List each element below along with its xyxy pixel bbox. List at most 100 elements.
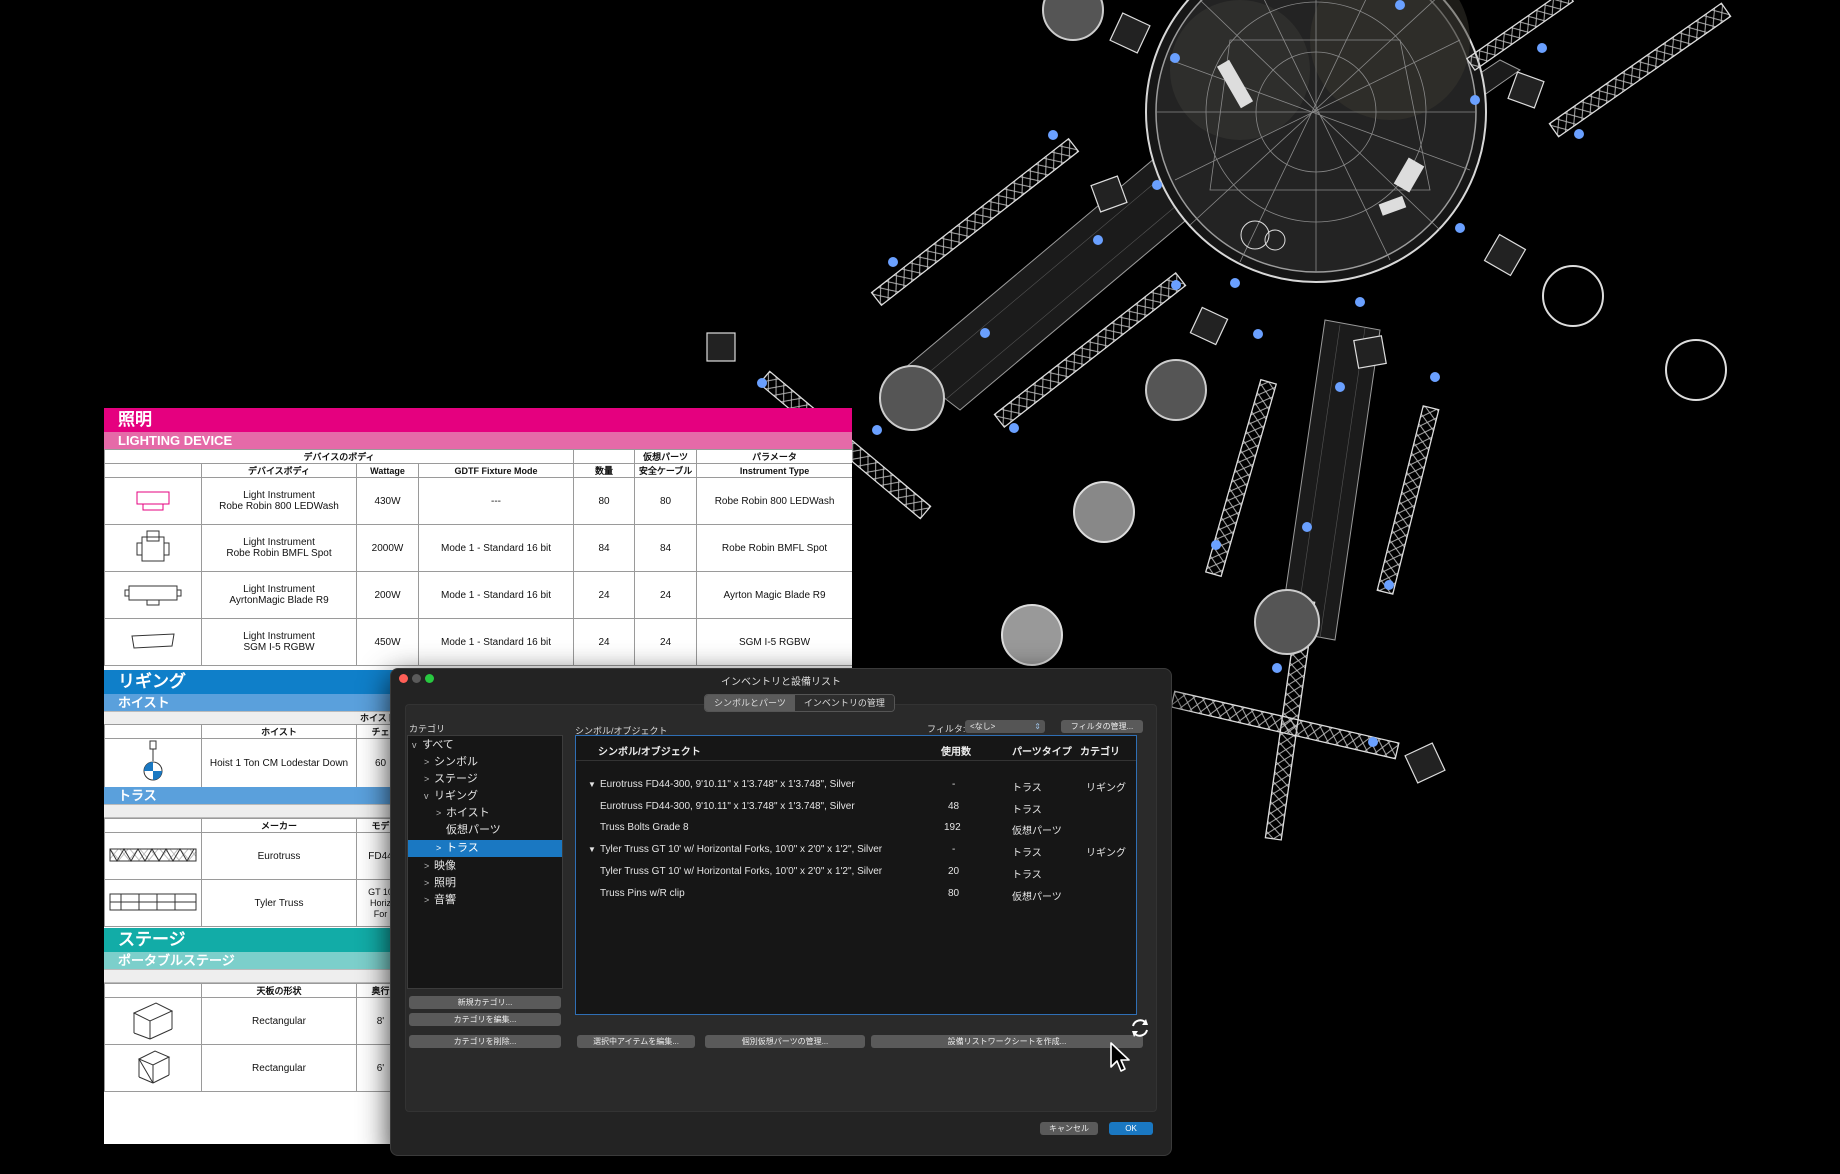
category-tree: v すべて > シンボル > ステージ v リギング > ホイスト 仮想パーツ > トラス … — [407, 735, 563, 989]
cancel-button[interactable]: キャンセル — [1040, 1122, 1098, 1135]
table-row: Light Instrument Robe Robin BMFL Spot 200… — [104, 524, 852, 572]
dialog-titlebar: インベントリと設備リスト — [391, 669, 1171, 689]
col-icon — [104, 818, 202, 833]
hoist-table: ホイスト チェ Hoist 1 Ton CM Lodestar Down 60 — [104, 724, 405, 789]
table-row: Light Instrument AyrtonMagic Blade R9 200… — [104, 571, 852, 619]
truss-icon — [104, 832, 202, 880]
col-hoist: ホイスト — [201, 724, 357, 739]
col-instrument-type: Instrument Type — [696, 463, 852, 478]
ok-button[interactable]: OK — [1109, 1122, 1153, 1135]
col-icon — [104, 983, 202, 998]
category-item-truss[interactable]: > トラス — [408, 840, 562, 857]
fixture-icon — [104, 524, 202, 572]
stage-table: 天板の形状 奥行 Rectangular 8' Rectangular 6' — [104, 983, 405, 1092]
category-item-lighting[interactable]: > 照明 — [408, 875, 578, 892]
chevron-right-icon: > — [424, 861, 430, 871]
updown-icon: ⇕ — [1034, 722, 1041, 731]
truss-maker: Eurotruss — [201, 832, 357, 880]
table-row: Hoist 1 Ton CM Lodestar Down 60 — [104, 738, 405, 789]
hoist-symbol-icon — [143, 740, 163, 781]
table-row[interactable]: ▼ Eurotruss FD44-300, 9'10.11" x 1'3.748… — [576, 776, 1136, 794]
category-item-rigging[interactable]: v リギング — [408, 788, 578, 805]
refresh-icon[interactable] — [1129, 1017, 1151, 1039]
col-part-type[interactable]: パーツタイプ — [1012, 743, 1072, 758]
manage-filters-button[interactable]: フィルタの管理... — [1061, 720, 1143, 733]
category-item-video[interactable]: > 映像 — [408, 858, 578, 875]
header-group-spacer — [573, 449, 636, 464]
quantity: 24 — [573, 571, 636, 619]
hoist-icon — [104, 738, 202, 789]
wattage: 430W — [356, 477, 419, 525]
spot-fixture-icon — [136, 530, 170, 561]
table-row[interactable]: Truss Bolts Grade 8 192 仮想パーツ — [576, 819, 1136, 837]
safety-cable: 84 — [634, 524, 698, 572]
lighting-title: 照明 — [104, 408, 852, 432]
tab-symbols-parts[interactable]: シンボルとパーツ — [705, 695, 795, 711]
col-usage-count[interactable]: 使用数 — [941, 743, 971, 758]
wattage: 2000W — [356, 524, 419, 572]
wattage: 450W — [356, 618, 419, 666]
category-item-symbols[interactable]: > シンボル — [408, 754, 578, 771]
col-wattage: Wattage — [356, 463, 419, 478]
category-item-hoist[interactable]: > ホイスト — [408, 805, 590, 822]
stage-icon — [104, 997, 202, 1045]
gdtf-mode: Mode 1 - Standard 16 bit — [417, 571, 575, 619]
stage-deck-icon — [137, 1049, 171, 1083]
gdtf-mode: Mode 1 - Standard 16 bit — [417, 618, 575, 666]
instrument-type: Robe Robin BMFL Spot — [696, 524, 852, 572]
inventory-dialog: インベントリと設備リスト シンボルとパーツ インベントリの管理 カテゴリ v すべ… — [390, 668, 1172, 1156]
truss-icon — [104, 879, 202, 927]
new-category-button[interactable]: 新規カテゴリ... — [409, 996, 561, 1009]
stage-shape: Rectangular — [201, 1044, 357, 1092]
filter-select[interactable]: <なし> ⇕ — [965, 720, 1045, 733]
chevron-right-icon: > — [424, 774, 430, 784]
fixture-icon — [104, 477, 202, 525]
chevron-right-icon: > — [424, 878, 430, 888]
table-row[interactable]: Eurotruss FD44-300, 9'10.11" x 1'3.748" … — [576, 798, 1136, 816]
col-safety-cable: 安全ケーブル — [634, 463, 698, 478]
mouse-pointer-icon — [1110, 1042, 1130, 1072]
chevron-down-icon: v — [412, 740, 417, 750]
strobe-fixture-icon — [131, 632, 175, 649]
col-gdtf-mode: GDTF Fixture Mode — [417, 463, 575, 478]
category-item-audio[interactable]: > 音響 — [408, 892, 578, 909]
fixture-icon — [104, 618, 202, 666]
disclosure-triangle-icon[interactable]: ▼ — [588, 780, 596, 789]
table-row: Eurotruss FD44 — [104, 832, 405, 880]
chevron-right-icon: > — [424, 895, 430, 905]
delete-category-button[interactable]: カテゴリを削除... — [409, 1035, 561, 1048]
table-row[interactable]: ▼ Tyler Truss GT 10' w/ Horizontal Forks… — [576, 841, 1136, 859]
hoist-name: Hoist 1 Ton CM Lodestar Down — [201, 738, 357, 789]
col-category[interactable]: カテゴリ — [1080, 743, 1120, 758]
col-deck-shape: 天板の形状 — [201, 983, 357, 998]
chevron-right-icon: > — [424, 757, 430, 767]
truss-maker: Tyler Truss — [201, 879, 357, 927]
manage-virtual-parts-button[interactable]: 個別仮想パーツの管理... — [705, 1035, 865, 1048]
category-item-virtual-parts[interactable]: 仮想パーツ — [408, 822, 590, 839]
category-item-stage[interactable]: > ステージ — [408, 771, 578, 788]
safety-cable: 80 — [634, 477, 698, 525]
edit-selected-items-button[interactable]: 選択中アイテムを編集... — [577, 1035, 695, 1048]
edit-category-button[interactable]: カテゴリを編集... — [409, 1013, 561, 1026]
wattage: 200W — [356, 571, 419, 619]
tab-inventory-management[interactable]: インベントリの管理 — [794, 695, 894, 711]
table-row: Light Instrument SGM I-5 RGBW 450W Mode 1… — [104, 618, 852, 666]
disclosure-triangle-icon[interactable]: ▼ — [588, 845, 596, 854]
stage-deck-icon — [132, 1001, 174, 1039]
filter-label: フィルタ: — [927, 724, 966, 734]
quantity: 24 — [573, 618, 636, 666]
quantity: 80 — [573, 477, 636, 525]
truss-table: メーカー モデ Eurotruss FD44 Tyler Truss GT 10 H… — [104, 818, 405, 927]
category-item-all[interactable]: v すべて — [408, 737, 566, 754]
table-row[interactable]: Truss Pins w/R clip 80 仮想パーツ — [576, 885, 1136, 903]
fixture-icon — [104, 571, 202, 619]
stage-shape: Rectangular — [201, 997, 357, 1045]
objects-table: シンボル/オブジェクト 使用数 パーツタイプ カテゴリ ▼ Eurotruss … — [575, 735, 1137, 1015]
safety-cable: 24 — [634, 618, 698, 666]
table-row[interactable]: Tyler Truss GT 10' w/ Horizontal Forks, … — [576, 863, 1136, 881]
device-name: Light Instrument SGM I-5 RGBW — [201, 618, 357, 666]
create-worksheet-button[interactable]: 設備リストワークシートを作成... — [871, 1035, 1143, 1048]
instrument-type: SGM I-5 RGBW — [696, 618, 852, 666]
device-name: Light Instrument AyrtonMagic Blade R9 — [201, 571, 357, 619]
col-symbol-object[interactable]: シンボル/オブジェクト — [598, 743, 701, 758]
